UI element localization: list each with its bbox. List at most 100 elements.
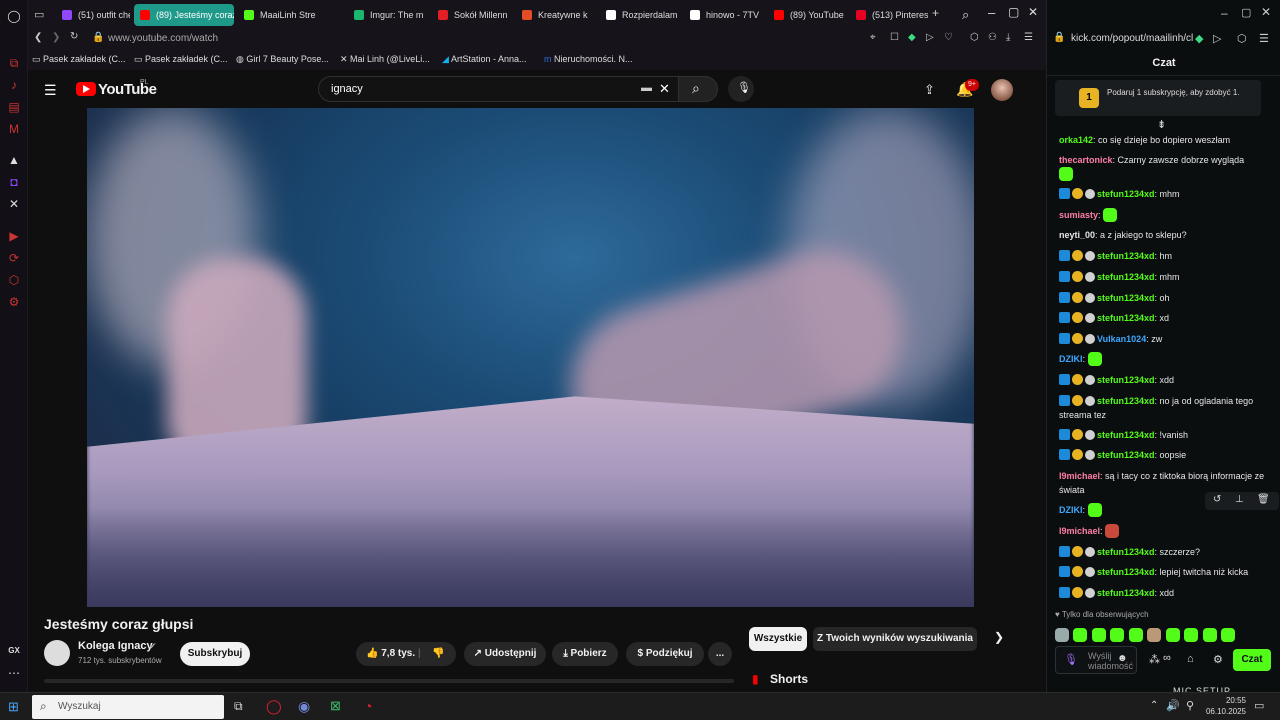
bookmark-item[interactable]: ▭ Pasek zakładek (C... xyxy=(134,52,228,66)
chat-message[interactable]: stefun1234xd: mhm xyxy=(1059,187,1271,201)
opera-gx-logo-icon[interactable]: ◯ xyxy=(6,8,22,24)
infinity-icon[interactable]: ∞ xyxy=(1163,652,1171,664)
menu-icon[interactable]: ☰ xyxy=(1024,32,1033,43)
vpn-icon[interactable]: ◆ xyxy=(908,32,916,43)
chat-message[interactable]: orka142: co się dzieje bo dopiero weszła… xyxy=(1059,133,1271,147)
sidebar-settings-icon[interactable]: ⚙ xyxy=(6,294,22,310)
chat-message[interactable]: stefun1234xd: xd xyxy=(1059,311,1271,325)
chat-message[interactable]: Vulkan1024: zw xyxy=(1059,332,1271,346)
chat-username[interactable]: stefun1234xd xyxy=(1097,450,1155,460)
sidebar-aria-icon[interactable]: ⧉ xyxy=(6,55,22,71)
emote-icon[interactable] xyxy=(1073,628,1088,642)
chat-message[interactable]: DZIKI: xyxy=(1059,503,1271,517)
chat-settings-icon[interactable]: ⚙ xyxy=(1213,653,1223,666)
chat-message[interactable]: neyti_00: a z jakiego to sklepu? xyxy=(1059,228,1271,242)
tray-chevron-icon[interactable]: ⌃ xyxy=(1150,700,1158,711)
clear-search-icon[interactable]: ✕ xyxy=(659,81,670,97)
emote-icon[interactable] xyxy=(1055,628,1069,642)
keyboard-icon[interactable]: ▬ xyxy=(641,82,652,94)
volume-icon[interactable]: 🔊 xyxy=(1166,699,1180,712)
sidebar-twitch-icon[interactable]: ◘ xyxy=(6,174,22,190)
search-input[interactable]: ignacy ▬ ✕ xyxy=(318,76,706,102)
opera-gx-taskbar-icon[interactable]: ◯ xyxy=(266,698,282,715)
url-field[interactable]: www.youtube.com/watch xyxy=(108,33,218,44)
send-chat-button[interactable]: Czat xyxy=(1233,649,1271,671)
chat-username[interactable]: stefun1234xd xyxy=(1097,430,1155,440)
play-icon[interactable]: ▷ xyxy=(926,32,934,43)
tab-menu-icon[interactable]: ▭ xyxy=(34,8,46,21)
chat-message[interactable]: stefun1234xd: xdd xyxy=(1059,586,1271,600)
chat-username[interactable]: sumiasty xyxy=(1059,210,1098,220)
chat-username[interactable]: stefun1234xd xyxy=(1097,189,1155,199)
browser-tab[interactable]: (89) YouTube xyxy=(768,4,846,26)
dislike-icon[interactable]: 👎 xyxy=(432,642,444,666)
close-icon[interactable]: ✕ xyxy=(1028,5,1038,19)
chat-message[interactable]: stefun1234xd: xdd xyxy=(1059,373,1271,387)
bookmark-item[interactable]: m Nieruchomości. N... xyxy=(544,52,633,66)
taskbar-search[interactable]: ⌕ Wyszukaj xyxy=(32,695,224,719)
sidebar-extensions-icon[interactable]: ⬡ xyxy=(6,272,22,288)
chat-message[interactable]: thecartonick: Czarny zawsze dobrze wyglą… xyxy=(1059,153,1271,181)
browser-tab[interactable]: hinowo - 7TV xyxy=(684,4,762,26)
chat-username[interactable]: orka142 xyxy=(1059,135,1093,145)
chip-search-results[interactable]: Z Twoich wyników wyszukiwania xyxy=(813,627,977,651)
new-tab-icon[interactable]: + xyxy=(932,6,939,20)
sidebar-more-icon[interactable]: ⋯ xyxy=(6,665,22,681)
like-icon[interactable]: 👍 xyxy=(366,648,381,659)
chat-username[interactable]: l9michael xyxy=(1059,526,1100,536)
excel-taskbar-icon[interactable]: ⊠ xyxy=(330,698,341,714)
emote-icon[interactable] xyxy=(1147,628,1162,642)
chat-username[interactable]: thecartonick xyxy=(1059,155,1113,165)
emote-icon[interactable] xyxy=(1165,628,1180,642)
kick-play-icon[interactable]: ▷ xyxy=(1213,32,1221,45)
emoji-icon[interactable]: ☻ xyxy=(1117,653,1128,664)
sidebar-player-icon[interactable]: ♪ xyxy=(6,77,22,93)
bookmark-item[interactable]: ◍ Girl 7 Beauty Pose... xyxy=(236,52,329,66)
channel-name[interactable]: Kolega Ignacy xyxy=(78,640,153,652)
download-button[interactable]: ⤓ Pobierz xyxy=(552,642,618,666)
browser-tab[interactable]: (89) Jesteśmy coraz xyxy=(134,4,234,26)
chat-username[interactable]: stefun1234xd xyxy=(1097,567,1155,577)
browser-tab[interactable]: Rozpierdalam xyxy=(600,4,678,26)
chat-message[interactable]: stefun1234xd: !vanish xyxy=(1059,428,1271,442)
voice-icon[interactable]: 🎙 xyxy=(1064,653,1078,666)
forward-icon[interactable]: ❯ xyxy=(52,32,60,43)
kick-vpn-icon[interactable]: ◆ xyxy=(1195,32,1203,45)
more-actions-button[interactable]: ... xyxy=(708,642,732,666)
emote-icon[interactable] xyxy=(1184,628,1199,642)
discord-taskbar-icon[interactable]: ◉ xyxy=(298,698,310,715)
snapshot-icon[interactable]: ⌖ xyxy=(870,32,876,43)
chip-all[interactable]: Wszystkie xyxy=(749,627,807,651)
chat-username[interactable]: DZIKI xyxy=(1059,505,1083,515)
chat-message[interactable]: stefun1234xd: lepiej twitcha niż kicka xyxy=(1059,565,1271,579)
chat-username[interactable]: stefun1234xd xyxy=(1097,375,1155,385)
store-icon[interactable]: ⌂ xyxy=(1187,653,1194,665)
pinned-collapse-icon[interactable]: ⇟ xyxy=(1157,118,1166,131)
chat-message[interactable]: DZIKI: xyxy=(1059,352,1271,366)
browser-tab[interactable]: Sokół Millenn xyxy=(432,4,510,26)
emote-icon[interactable] xyxy=(1110,628,1125,642)
chat-message[interactable]: l9michael: są i tacy co z tiktoka biorą … xyxy=(1059,469,1271,497)
maximize-icon[interactable]: ▢ xyxy=(1008,5,1019,19)
kick-minimize-icon[interactable]: – xyxy=(1221,6,1228,20)
chat-username[interactable]: stefun1234xd xyxy=(1097,588,1155,598)
browser-tab[interactable]: (513) Pinterest xyxy=(850,4,928,26)
chat-message[interactable]: sumiasty: xyxy=(1059,208,1271,222)
minimize-icon[interactable]: – xyxy=(988,5,995,20)
kick-maximize-icon[interactable]: ▢ xyxy=(1241,6,1251,19)
download-icon[interactable]: ⤓ xyxy=(1006,32,1010,43)
app-taskbar-icon[interactable]: ◔ xyxy=(364,698,372,714)
chat-username[interactable]: neyti_00 xyxy=(1059,230,1095,240)
emote-icon[interactable] xyxy=(1202,628,1217,642)
back-icon[interactable]: ❮ xyxy=(34,32,42,43)
bookmark-item[interactable]: ◢ ArtStation - Anna... xyxy=(442,52,526,66)
upload-icon[interactable]: ⇪ xyxy=(924,82,935,98)
hamburger-menu-icon[interactable]: ☰ xyxy=(44,82,57,99)
chat-username[interactable]: stefun1234xd xyxy=(1097,396,1155,406)
chat-message[interactable]: stefun1234xd: szczerze? xyxy=(1059,545,1271,559)
chat-message[interactable]: stefun1234xd: oh xyxy=(1059,291,1271,305)
kick-menu-icon[interactable]: ☰ xyxy=(1259,32,1269,45)
video-player[interactable] xyxy=(87,108,974,607)
bookmark-item[interactable]: ✕ Mai Linh (@LiveLi... xyxy=(340,52,430,66)
task-view-icon[interactable]: ⧉ xyxy=(234,699,243,714)
